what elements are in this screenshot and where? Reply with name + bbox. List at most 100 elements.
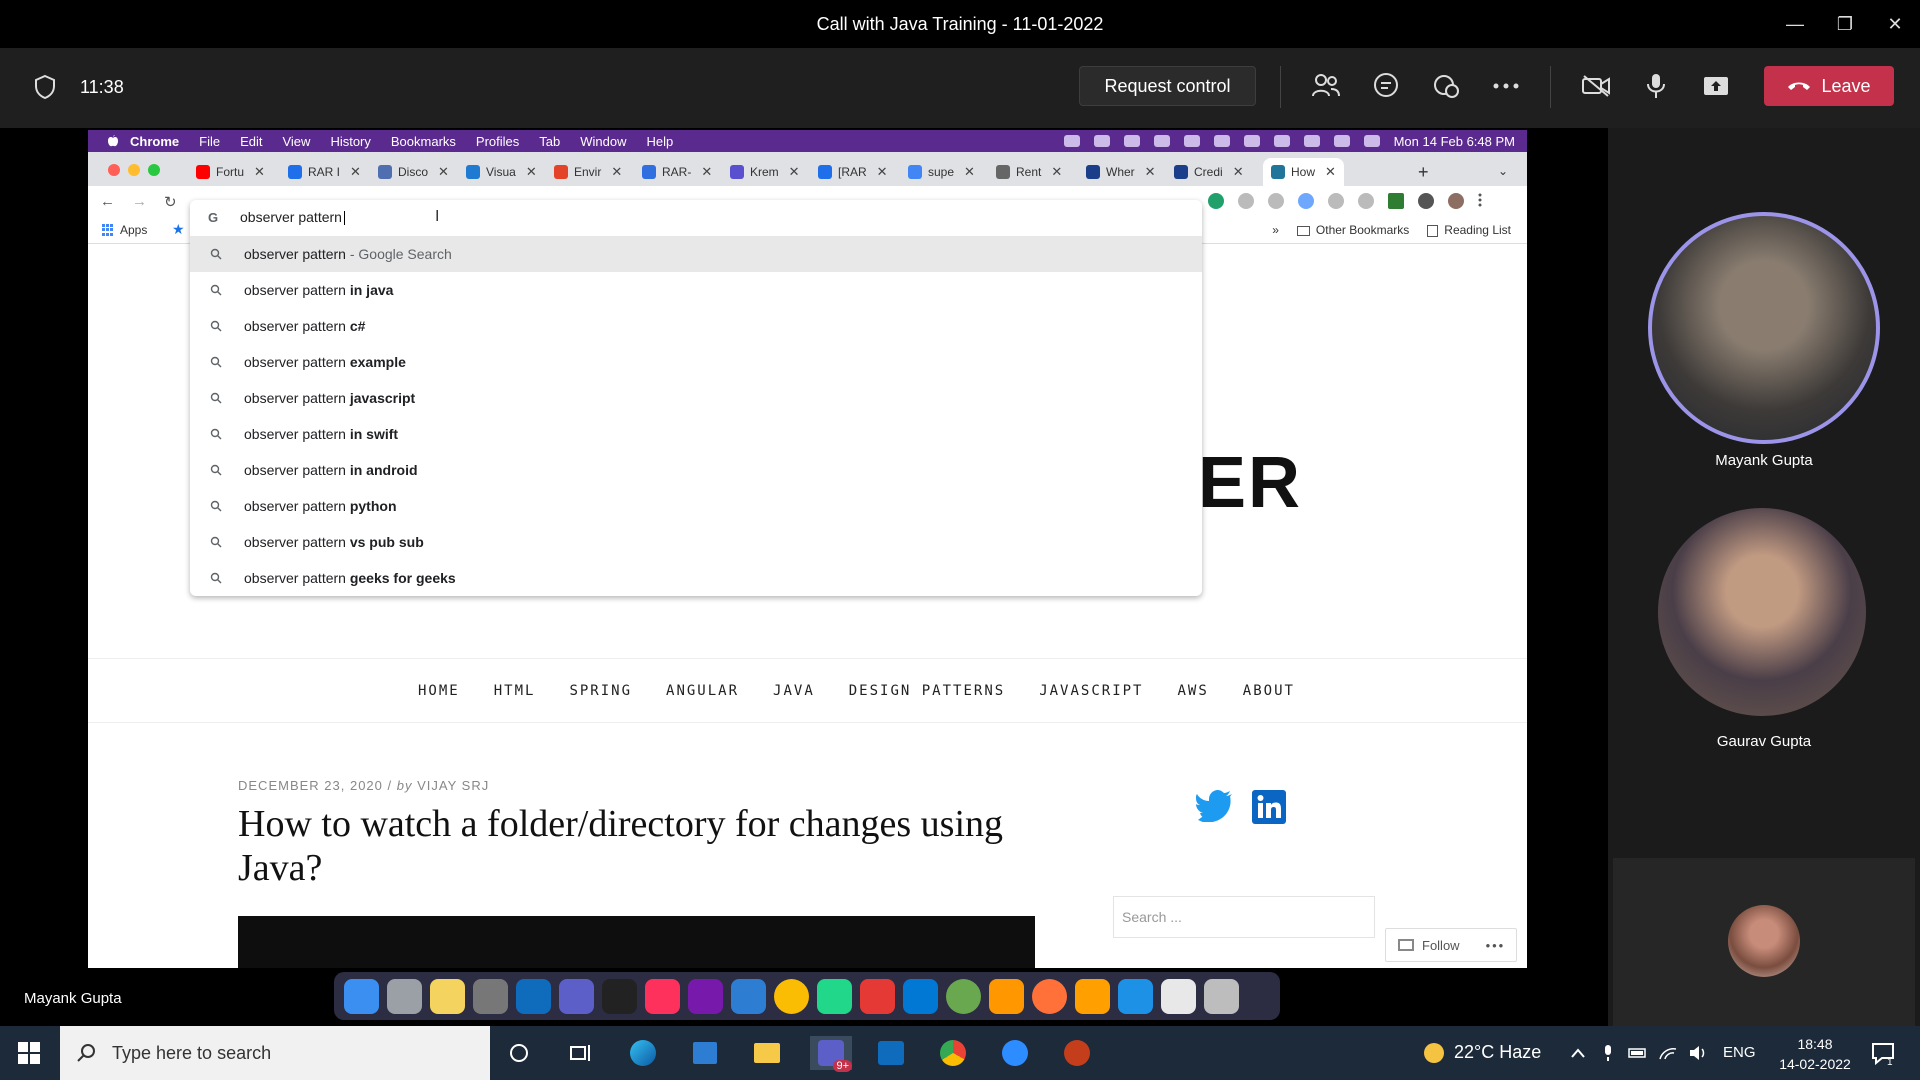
zoom-taskbar-icon[interactable] (998, 1036, 1032, 1070)
mac-datetime[interactable]: Mon 14 Feb 6:48 PM (1394, 134, 1515, 149)
system-preferences-icon[interactable] (473, 978, 508, 1014)
profile-avatar[interactable] (1448, 193, 1464, 209)
browser-tab[interactable]: Wher ✕ (1086, 158, 1156, 186)
battery-tray-icon[interactable] (1626, 1036, 1650, 1070)
google-icon[interactable] (1268, 193, 1284, 209)
tab-close-icon[interactable]: ✕ (877, 164, 888, 180)
teams-taskbar-icon[interactable]: 9+ (810, 1036, 852, 1072)
edge-icon[interactable] (626, 1036, 660, 1070)
menu-view[interactable]: View (282, 134, 310, 149)
browser-tab[interactable]: Disco ✕ (378, 158, 449, 186)
extension-icon[interactable] (1328, 193, 1344, 209)
teams-icon[interactable] (559, 978, 594, 1014)
extension-icon[interactable] (1238, 193, 1254, 209)
app-icon[interactable] (1075, 978, 1110, 1014)
menu-tab[interactable]: Tab (539, 134, 560, 149)
tab-close-icon[interactable]: ✕ (611, 164, 622, 180)
omnibox-suggestion[interactable]: observer pattern in swift (190, 416, 1202, 452)
post-author[interactable]: VIJAY SRJ (417, 778, 489, 793)
tab-close-icon[interactable]: ✕ (701, 164, 712, 180)
tab-close-icon[interactable]: ✕ (789, 164, 800, 180)
tab-close-icon[interactable]: ✕ (1051, 164, 1062, 180)
vscode-icon[interactable] (903, 978, 938, 1014)
app-icon[interactable] (1183, 135, 1200, 147)
nav-home[interactable]: HOME (418, 683, 460, 699)
omnibox-suggestion[interactable]: observer pattern - Google Search (190, 236, 1202, 272)
outlook-taskbar-icon[interactable] (874, 1036, 908, 1070)
reload-icon[interactable]: ↻ (164, 193, 177, 211)
store-icon[interactable] (688, 1036, 722, 1070)
tab-close-icon[interactable]: ✕ (964, 164, 975, 180)
tab-close-icon[interactable]: ✕ (350, 164, 361, 180)
close-window-icon[interactable] (108, 164, 120, 176)
sublime-icon[interactable] (989, 978, 1024, 1014)
menu-profiles[interactable]: Profiles (476, 134, 519, 149)
leave-button[interactable]: Leave (1764, 66, 1894, 106)
menu-edit[interactable]: Edit (240, 134, 262, 149)
app-icon[interactable] (731, 978, 766, 1014)
grammarly-icon[interactable] (1208, 193, 1224, 209)
firefox-icon[interactable] (1032, 978, 1067, 1014)
zoom-window-icon[interactable] (148, 164, 160, 176)
task-view-icon[interactable] (564, 1036, 598, 1070)
app-icon[interactable] (946, 978, 981, 1014)
powerpoint-taskbar-icon[interactable] (1060, 1036, 1094, 1070)
tab-close-icon[interactable]: ✕ (1325, 164, 1336, 180)
weather-icon[interactable] (1093, 135, 1110, 147)
wifi-tray-icon[interactable] (1656, 1036, 1680, 1070)
browser-tab[interactable]: Krem ✕ (730, 158, 800, 186)
minimize-window-icon[interactable] (128, 164, 140, 176)
eyedropper-icon[interactable] (1358, 193, 1374, 209)
tab-search-chevron-icon[interactable]: ⌄ (1498, 164, 1508, 178)
taskbar-clock[interactable]: 18:48 14-02-2022 (1774, 1034, 1856, 1074)
document-icon[interactable] (1161, 978, 1196, 1014)
play-icon[interactable] (1243, 135, 1260, 147)
omnibox-suggestion[interactable]: observer pattern javascript (190, 380, 1202, 416)
camera-off-icon[interactable] (1578, 68, 1614, 104)
site-search-input[interactable]: Search ... (1113, 896, 1375, 938)
browser-tab[interactable]: Visua ✕ (466, 158, 537, 186)
more-options-icon[interactable] (1488, 68, 1524, 104)
spotlight-icon[interactable] (1333, 135, 1350, 147)
file-explorer-icon[interactable] (750, 1036, 784, 1070)
pycharm-icon[interactable] (817, 978, 852, 1014)
participant-video[interactable] (1648, 212, 1880, 444)
windows-start-icon[interactable] (18, 1042, 40, 1064)
app-icon[interactable] (1153, 135, 1170, 147)
browser-tab[interactable]: RAR- ✕ (642, 158, 712, 186)
volume-tray-icon[interactable] (1686, 1036, 1710, 1070)
omnibox-suggestion[interactable]: observer pattern in java (190, 272, 1202, 308)
language-indicator[interactable]: ENG (1723, 1044, 1756, 1061)
browser-tab[interactable]: supe ✕ (908, 158, 975, 186)
more-icon[interactable]: ••• (1486, 938, 1506, 953)
terminal-icon[interactable] (602, 978, 637, 1014)
nav-angular[interactable]: ANGULAR (666, 683, 739, 699)
reading-list[interactable]: Reading List (1427, 223, 1511, 237)
nav-spring[interactable]: SPRING (569, 683, 632, 699)
notification-icon[interactable]: 1 (1870, 1040, 1896, 1066)
nav-java[interactable]: JAVA (773, 683, 815, 699)
chrome-menu-icon[interactable] (1478, 193, 1482, 209)
browser-tab[interactable]: How ✕ (1263, 158, 1344, 186)
share-screen-icon[interactable] (1698, 68, 1734, 104)
menu-file[interactable]: File (199, 134, 220, 149)
nav-aws[interactable]: AWS (1177, 683, 1208, 699)
cloud-icon[interactable] (1063, 135, 1080, 147)
forward-icon[interactable]: → (132, 193, 147, 210)
omnibox-suggestion[interactable]: observer pattern in android (190, 452, 1202, 488)
people-icon[interactable] (1308, 68, 1344, 104)
weather-widget[interactable]: 22°C Haze (1424, 1042, 1541, 1064)
omnibox-input[interactable]: G observer pattern I (190, 200, 1202, 234)
browser-tab[interactable]: Credi ✕ (1174, 158, 1244, 186)
microphone-icon[interactable] (1638, 68, 1674, 104)
app-icon[interactable] (1123, 135, 1140, 147)
nav-about[interactable]: ABOUT (1243, 683, 1295, 699)
chat-icon[interactable] (1368, 68, 1404, 104)
star-icon[interactable]: ★ (172, 221, 185, 238)
site-logo-fragment[interactable]: ER (1198, 442, 1302, 524)
nav-javascript[interactable]: JAVASCRIPT (1039, 683, 1143, 699)
post-date[interactable]: DECEMBER 23, 2020 (238, 778, 383, 793)
bluetooth-icon[interactable] (1213, 135, 1230, 147)
apple-icon[interactable] (106, 134, 120, 148)
bookmarks-overflow[interactable]: » (1272, 223, 1279, 237)
